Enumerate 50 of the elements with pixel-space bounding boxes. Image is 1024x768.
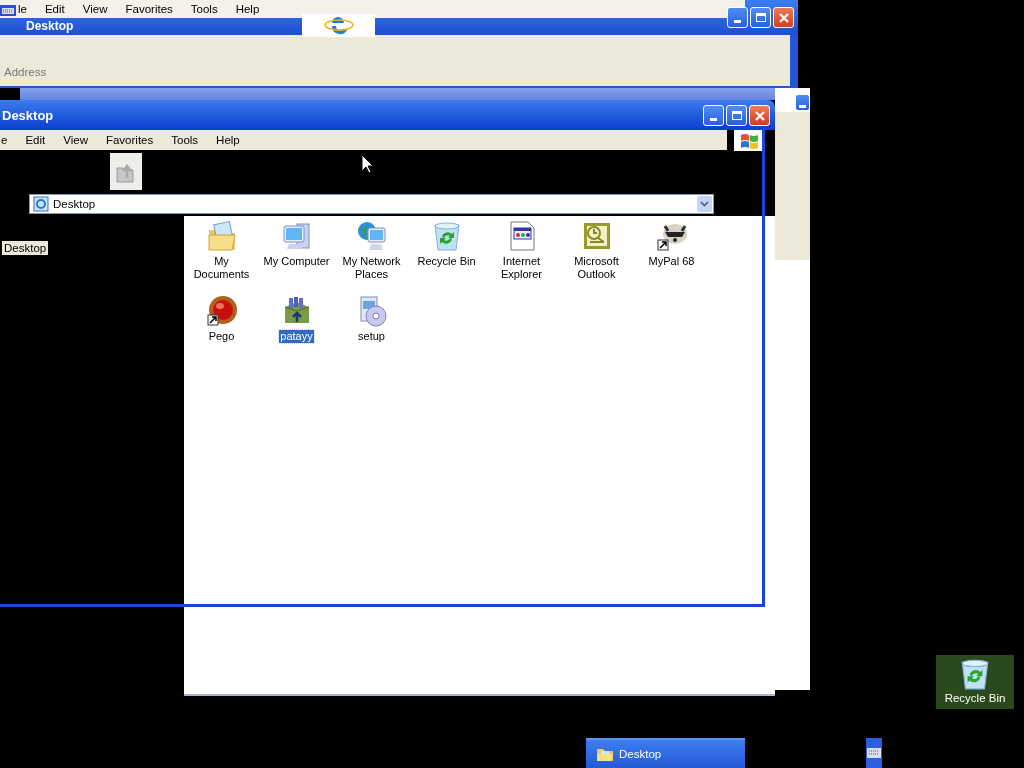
mouse-pointer-icon [361,154,373,174]
close-icon [753,109,766,122]
menu-item[interactable]: Help [207,134,249,146]
icon-label[interactable]: setup [357,330,386,343]
minimize-button[interactable] [727,7,748,28]
icon-label[interactable]: patayy [279,330,314,343]
dropdown-button[interactable] [697,196,712,212]
close-icon [777,11,790,24]
menu-item[interactable]: Tools [162,134,208,146]
menu-item[interactable]: e [0,134,17,146]
window-title: Desktop [2,108,54,123]
menu-item[interactable]: View [54,134,97,146]
maximize-button[interactable] [750,7,771,28]
keyboard-icon [0,3,16,17]
menu-item[interactable]: Edit [16,134,55,146]
folder-icon [596,746,614,762]
window-title: Desktop [26,19,74,33]
address-field[interactable]: Desktop [29,194,714,214]
desktop-icon[interactable]: Recycle Bin [936,655,1014,709]
folder-icon [205,220,238,252]
icon-label[interactable]: Pego [207,330,236,343]
icon-label[interactable]: Microsoft Outlook [559,255,634,281]
keyboard-button[interactable] [866,738,882,768]
menu-item[interactable]: Favorites [96,134,163,146]
icon-label[interactable]: Internet Explorer [484,255,559,281]
minimize-button[interactable] [795,94,810,111]
menu-item[interactable]: Favorites [116,3,182,15]
icon-label[interactable]: Recycle Bin [416,255,477,268]
ie-page-icon [33,196,49,212]
globe-computer-icon [355,220,388,252]
menu-item[interactable]: Tools [181,3,227,15]
chevron-down-icon [700,201,709,207]
minimize-button[interactable] [703,105,724,126]
menu-item[interactable]: Help [226,3,269,15]
keyboard-icon [867,748,881,758]
computer-icon [280,220,313,252]
windows-logo-icon [740,131,758,149]
ball-icon [205,295,238,327]
close-button[interactable] [749,105,770,126]
address-label: Address [4,66,47,78]
folder-label[interactable]: Desktop [2,241,49,255]
icon-label[interactable]: My Documents [184,255,259,281]
icon-label[interactable]: MyPal 68 [647,255,696,268]
icon-label[interactable]: My Network Places [334,255,409,281]
menu-item[interactable]: Edit [35,3,74,15]
icon-label[interactable]: My Computer [262,255,331,268]
close-button[interactable] [773,7,794,28]
menu-item[interactable]: View [73,3,117,15]
taskbar-button[interactable]: Desktop [586,738,745,768]
maximize-button[interactable] [726,105,747,126]
